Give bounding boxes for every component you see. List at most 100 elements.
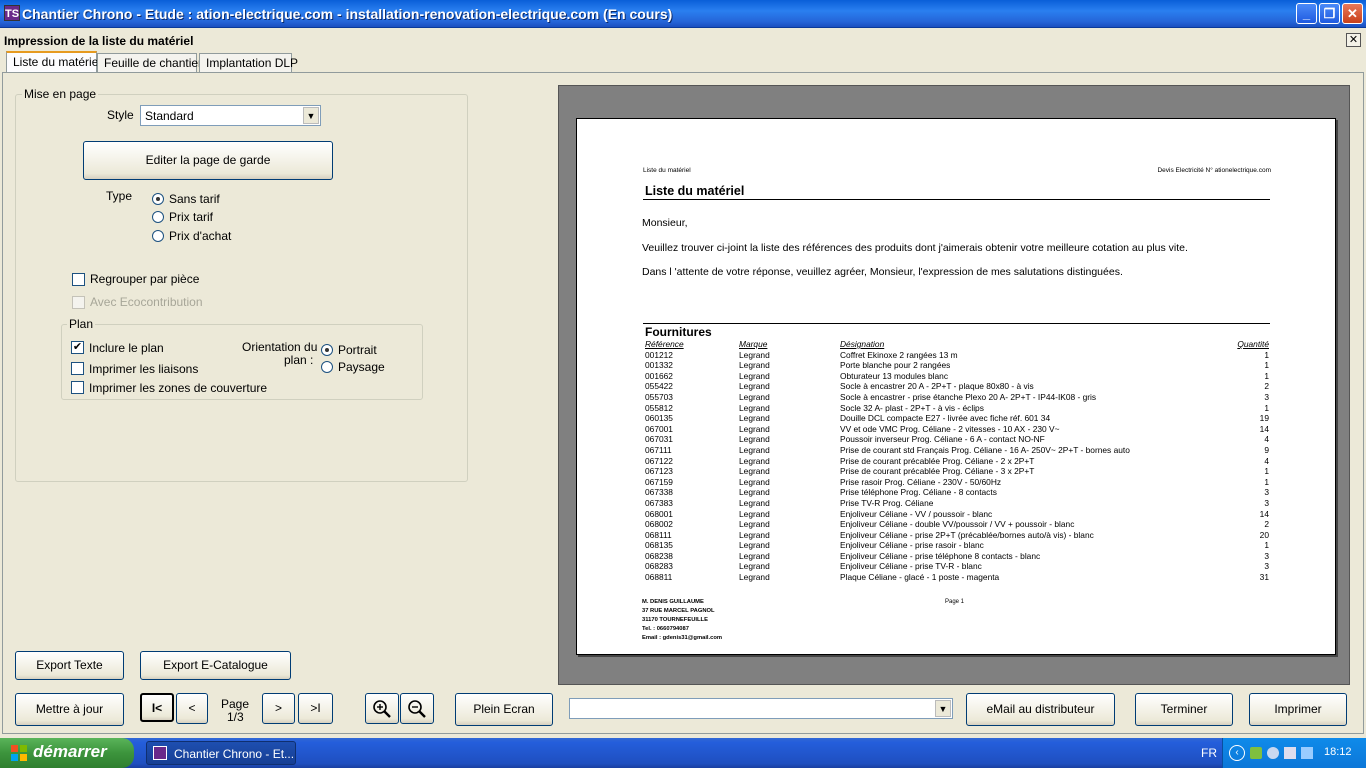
window-titlebar[interactable]: TS Chantier Chrono - Etude : ation-elect… [0, 0, 1366, 28]
ref-cell: 067123 [645, 466, 673, 477]
volume-icon[interactable] [1284, 747, 1296, 759]
orientation-option-label: Portrait [338, 343, 377, 357]
type-radio-prix-achat[interactable] [152, 230, 164, 242]
include-plan-checkbox[interactable]: ✔ [71, 341, 84, 354]
table-row: 055812 Legrand Socle 32 A- plast - 2P+T - … [643, 403, 1271, 414]
designation-cell: Enjoliveur Céliane - prise rasoir - blan… [840, 540, 984, 551]
battery-icon[interactable] [1301, 747, 1313, 759]
tab-implantation-dlp[interactable]: Implantation DLP [199, 53, 298, 72]
taskbar-item-chantier-chrono[interactable]: Chantier Chrono - Et... [146, 741, 296, 765]
checkmark-icon: ✔ [72, 341, 83, 353]
designation-cell: Obturateur 13 modules blanc [840, 370, 949, 381]
clock: 18:12 [1324, 746, 1352, 758]
close-button[interactable]: ✕ [1342, 3, 1363, 24]
update-button[interactable]: Mettre à jour [15, 693, 124, 726]
orientation-radio-paysage[interactable] [321, 361, 333, 373]
ref-cell: 068111 [645, 529, 672, 540]
brand-cell: Legrand [739, 381, 770, 392]
dialog-close-button[interactable]: ✕ [1346, 33, 1361, 47]
quantity-cell: 1 [1264, 540, 1269, 551]
close-icon: ✕ [1348, 34, 1359, 46]
type-radio-prix-tarif[interactable] [152, 211, 164, 223]
print-button[interactable]: Imprimer [1249, 693, 1347, 726]
export-text-button[interactable]: Export Texte [15, 651, 124, 680]
ref-cell: 068238 [645, 550, 673, 561]
radio-dot [156, 197, 160, 201]
bluetooth-icon[interactable] [1267, 747, 1279, 759]
network-icon[interactable] [1250, 747, 1262, 759]
table-row: 067031 Legrand Poussoir inverseur Prog. Cé… [643, 434, 1271, 445]
prev-page-button[interactable]: < [176, 693, 208, 724]
include-plan-label: Inclure le plan [89, 341, 164, 355]
distributor-select[interactable]: ▼ [569, 698, 953, 719]
quantity-cell: 1 [1264, 466, 1269, 477]
eco-contribution-checkbox[interactable] [72, 296, 85, 309]
last-page-button[interactable]: >I [298, 693, 333, 724]
designation-cell: Prise de courant précablée Prog. Céliane… [840, 455, 1035, 466]
brand-cell: Legrand [739, 391, 770, 402]
table-row: 067338 Legrand Prise téléphone Prog. Célia… [643, 487, 1271, 498]
brand-cell: Legrand [739, 466, 770, 477]
ref-cell: 067031 [645, 434, 673, 445]
export-ecatalogue-button[interactable]: Export E-Catalogue [140, 651, 291, 680]
designation-cell: Enjoliveur Céliane - prise TV-R - blanc [840, 561, 982, 572]
print-coverage-label: Imprimer les zones de couverture [89, 381, 268, 395]
table-row: 068283 Legrand Enjoliveur Céliane - prise … [643, 561, 1271, 572]
orientation-radio-portrait[interactable] [321, 344, 333, 356]
style-select[interactable]: Standard ▼ [140, 105, 321, 126]
minimize-button[interactable]: _ [1296, 3, 1317, 24]
first-page-button[interactable]: I< [140, 693, 174, 722]
section-title: Fournitures [645, 325, 712, 339]
page-footer-address: M. DENIS GUILLAUME 37 RUE MARCEL PAGNOL … [642, 598, 722, 643]
column-header: Référence [645, 339, 684, 349]
brand-cell: Legrand [739, 540, 770, 551]
print-preview[interactable]: Liste du matériel Devis Electricité N° a… [558, 85, 1350, 685]
layout-group-title: Mise en page [22, 87, 99, 101]
ref-cell: 067338 [645, 487, 673, 498]
tab-liste-du-materiel[interactable]: Liste du matériel [6, 51, 101, 72]
designation-cell: Enjoliveur Céliane - prise 2P+T (précabl… [840, 529, 1094, 540]
app-icon: TS [4, 5, 20, 21]
brand-cell: Legrand [739, 529, 770, 540]
orientation-option-label: Paysage [338, 360, 385, 374]
first-page-icon: I< [151, 701, 163, 715]
windows-logo-icon [11, 745, 27, 761]
brand-cell: Legrand [739, 572, 770, 583]
quantity-cell: 3 [1264, 561, 1269, 572]
table-row: 055703 Legrand Socle à encastrer - prise é… [643, 392, 1271, 403]
table-row: 067383 Legrand Prise TV-R Prog. Céliane 3 [643, 498, 1271, 509]
type-radio-sans-tarif[interactable] [152, 193, 164, 205]
brand-cell: Legrand [739, 423, 770, 434]
ref-cell: 055812 [645, 402, 673, 413]
tray-expand-icon[interactable]: ‹ [1229, 745, 1245, 761]
page-footer-number: Page 1 [945, 599, 965, 605]
fullscreen-button[interactable]: Plein Ecran [455, 693, 553, 726]
zoom-in-button[interactable] [365, 693, 399, 724]
edit-cover-page-button[interactable]: Editer la page de garde [83, 141, 333, 180]
language-indicator[interactable]: FR [1201, 746, 1217, 760]
tab-feuille-de-chantier[interactable]: Feuille de chantier [97, 53, 202, 72]
print-links-checkbox[interactable] [71, 362, 84, 375]
designation-cell: Prise TV-R Prog. Céliane [840, 497, 934, 508]
zoom-out-button[interactable] [400, 693, 434, 724]
chevron-down-icon[interactable]: ▼ [303, 107, 319, 124]
chevron-down-icon[interactable]: ▼ [935, 700, 951, 717]
start-button[interactable]: démarrer [0, 738, 134, 768]
next-page-button[interactable]: > [262, 693, 295, 724]
designation-cell: Plaque Céliane - glacé - 1 poste - magen… [840, 572, 1000, 583]
quantity-cell: 4 [1264, 455, 1269, 466]
designation-cell: Prise rasoir Prog. Céliane - 230V - 50/6… [840, 476, 1002, 487]
finish-button[interactable]: Terminer [1135, 693, 1233, 726]
footer-line: 31170 TOURNEFEUILLE [642, 617, 708, 623]
group-by-room-checkbox[interactable] [72, 273, 85, 286]
ref-cell: 067122 [645, 455, 673, 466]
style-label: Style [107, 108, 134, 122]
print-coverage-checkbox[interactable] [71, 381, 84, 394]
brand-cell: Legrand [739, 455, 770, 466]
ref-cell: 067383 [645, 497, 673, 508]
table-row: 068135 Legrand Enjoliveur Céliane - prise … [643, 540, 1271, 551]
email-distributor-button[interactable]: eMail au distributeur [966, 693, 1115, 726]
style-select-value: Standard [145, 109, 194, 123]
quantity-cell: 19 [1259, 413, 1269, 424]
maximize-button[interactable]: ❐ [1319, 3, 1340, 24]
